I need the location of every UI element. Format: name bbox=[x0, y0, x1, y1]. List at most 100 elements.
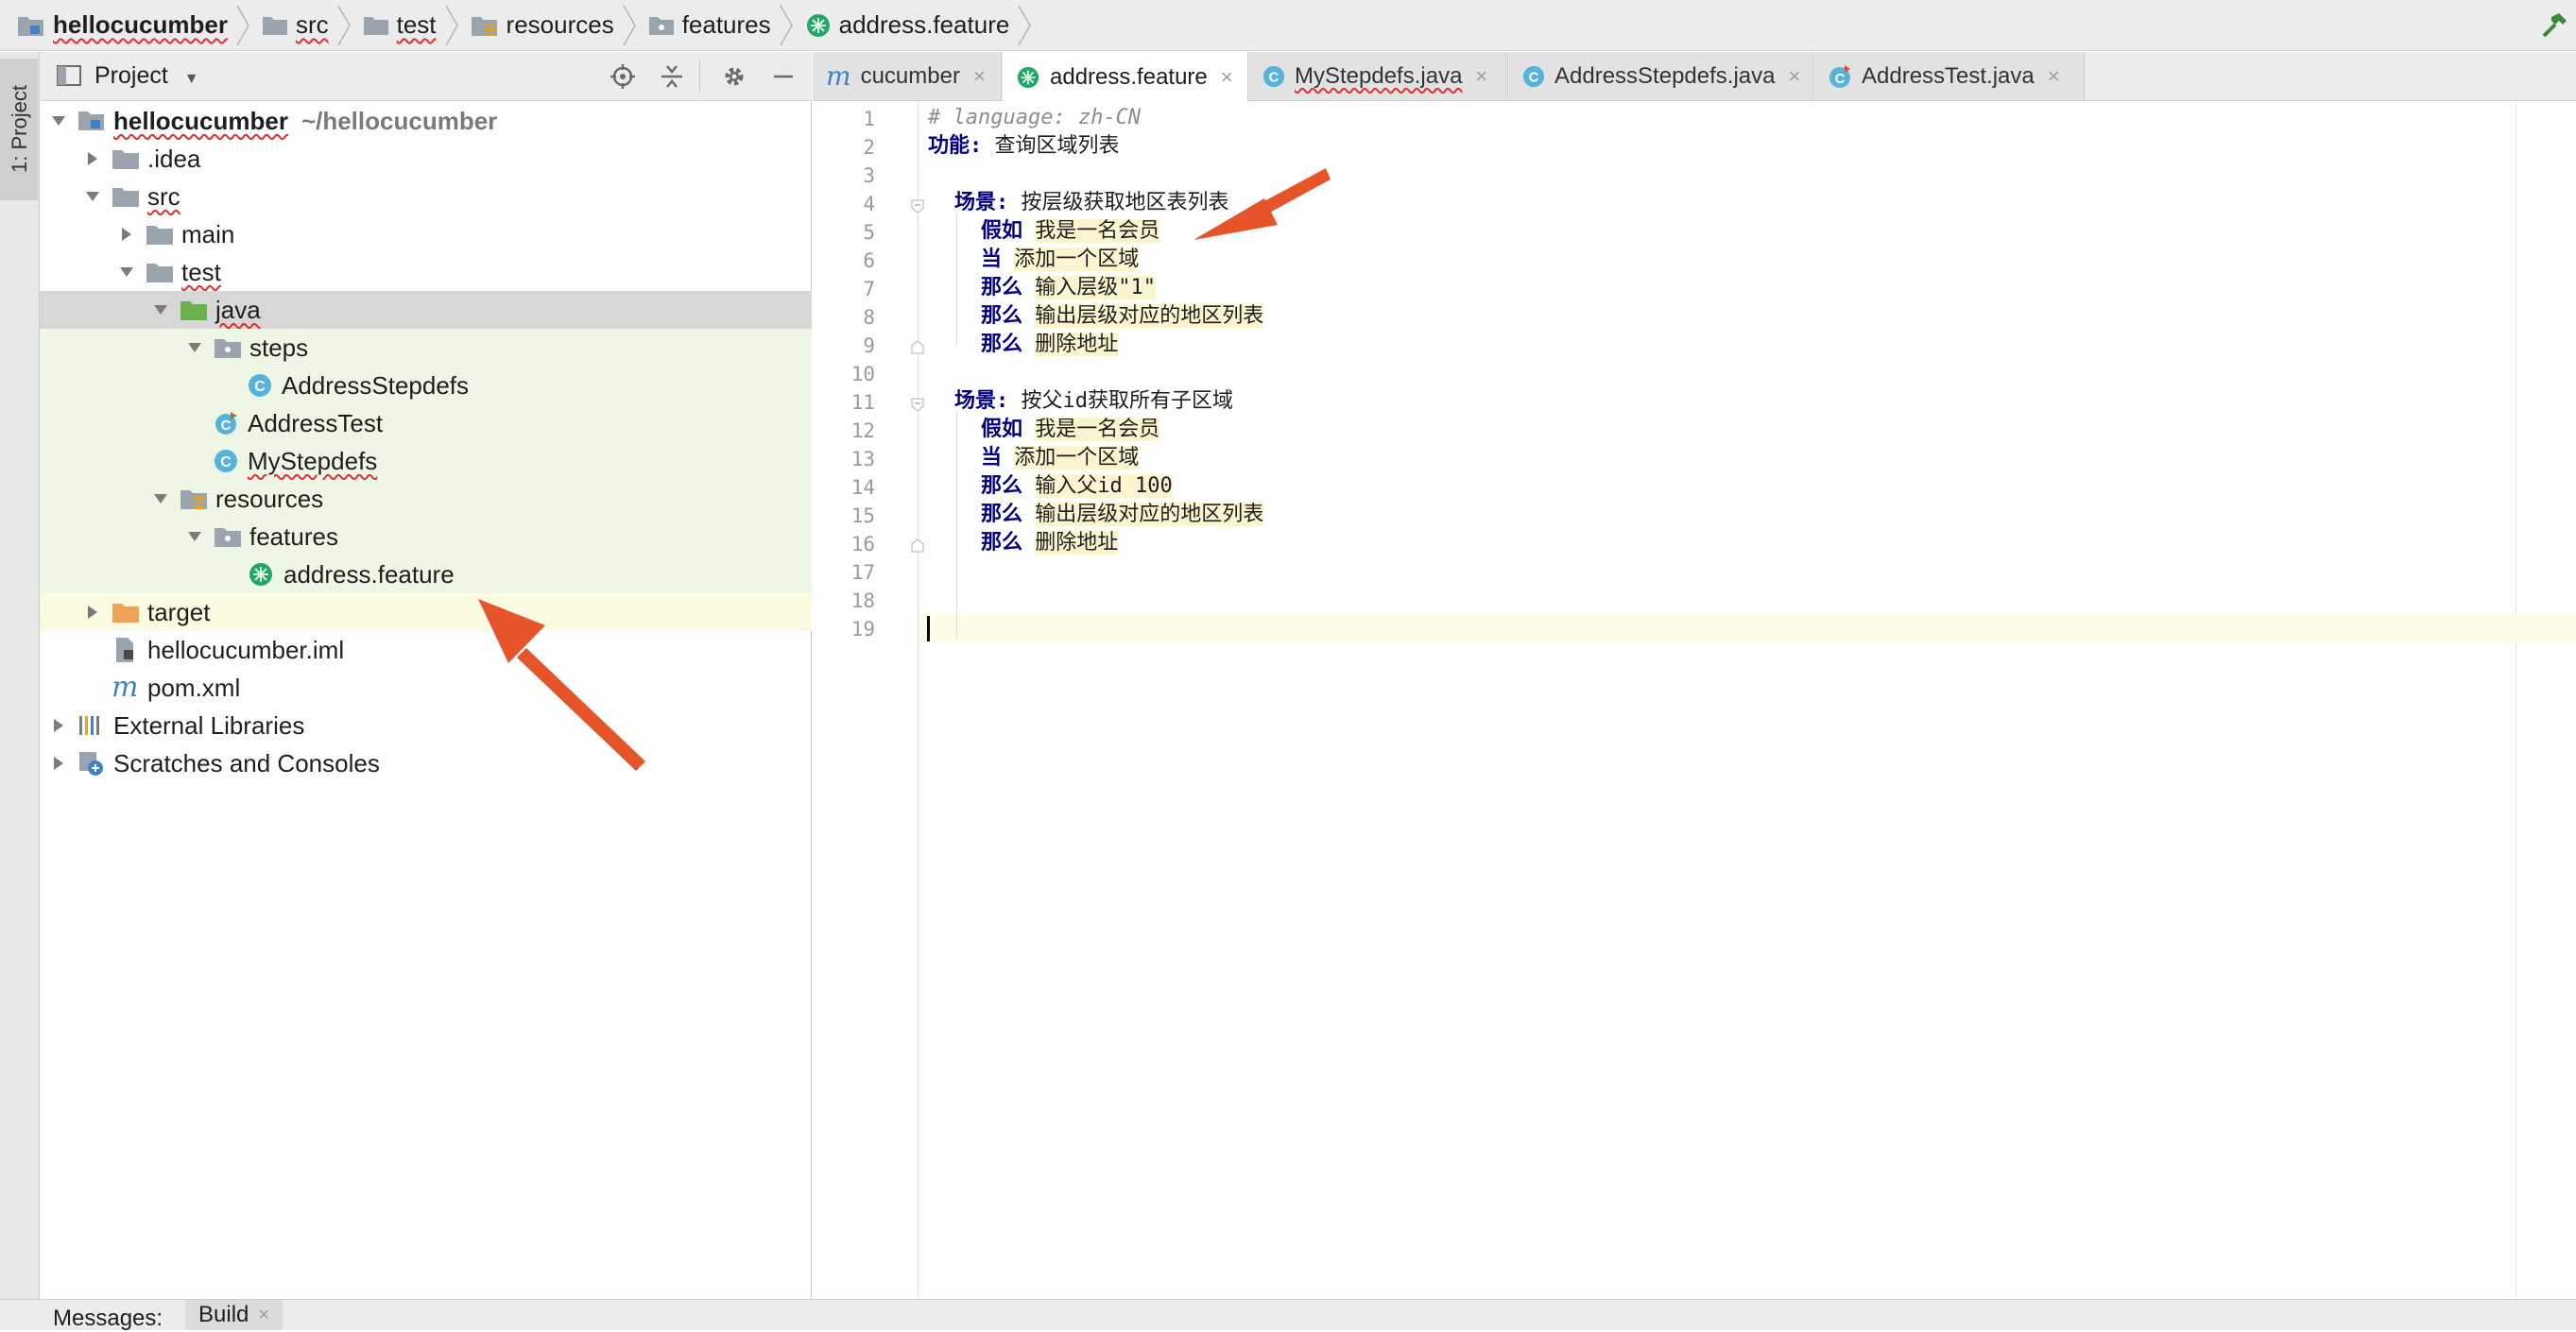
svg-text:C: C bbox=[1529, 70, 1539, 85]
svg-text:C: C bbox=[254, 379, 266, 395]
chevron-right-icon[interactable] bbox=[49, 754, 68, 773]
project-view-selector[interactable]: Project ▼ bbox=[94, 62, 199, 90]
chevron-down-icon[interactable] bbox=[185, 527, 204, 546]
code-line-8: 那么 输出层级对应的地区列表 bbox=[981, 304, 1264, 328]
project-view-icon bbox=[57, 64, 81, 87]
tab-build[interactable]: Build × bbox=[185, 1300, 283, 1330]
svg-text:C: C bbox=[1835, 71, 1846, 87]
close-icon[interactable]: × bbox=[973, 64, 986, 89]
fold-end-marker-icon[interactable] bbox=[910, 538, 925, 554]
tree-node-main[interactable]: main bbox=[40, 215, 812, 253]
libraries-icon bbox=[77, 713, 104, 738]
code-line-16: 那么 删除地址 bbox=[981, 531, 1119, 555]
code-line-7: 那么 输入层级"1" bbox=[981, 276, 1157, 299]
tree-node-pom[interactable]: m pom.xml bbox=[40, 669, 812, 707]
line-number: 6 bbox=[863, 249, 875, 272]
bottom-tool-bar bbox=[0, 1299, 2576, 1330]
close-icon[interactable]: × bbox=[2048, 64, 2060, 89]
breadcrumb-features[interactable]: features bbox=[648, 0, 771, 51]
tree-node-iml[interactable]: hellocucumber.iml bbox=[40, 631, 812, 669]
module-folder-icon bbox=[17, 13, 45, 38]
tree-node-external-libraries[interactable]: External Libraries bbox=[40, 707, 812, 744]
fold-marker-icon[interactable] bbox=[910, 198, 925, 213]
test-class-icon: C bbox=[214, 411, 238, 435]
fold-marker-icon[interactable] bbox=[910, 397, 925, 412]
chevron-right-icon[interactable] bbox=[83, 603, 102, 622]
line-number: 8 bbox=[863, 306, 875, 329]
code-line-4: 场景: 按层级获取地区表列表 bbox=[954, 191, 1229, 214]
chevron-down-icon[interactable] bbox=[151, 300, 170, 319]
tree-node-target[interactable]: target bbox=[40, 593, 812, 631]
line-number: 17 bbox=[850, 561, 875, 584]
chevron-down-icon[interactable] bbox=[83, 187, 102, 206]
code-editor[interactable] bbox=[919, 102, 2516, 1297]
tree-node-idea[interactable]: .idea bbox=[40, 140, 812, 178]
line-number: 4 bbox=[863, 193, 875, 215]
cucumber-icon bbox=[805, 12, 832, 39]
tree-node-test[interactable]: test bbox=[40, 253, 812, 291]
indent-guide bbox=[956, 213, 957, 346]
chevron-down-icon[interactable] bbox=[117, 263, 136, 282]
class-icon: C bbox=[248, 373, 272, 398]
package-folder-icon bbox=[648, 14, 675, 37]
tab-address-feature[interactable]: address.feature × bbox=[1003, 52, 1248, 102]
maven-icon: m bbox=[112, 671, 139, 704]
tree-node-address-feature[interactable]: address.feature bbox=[40, 555, 812, 593]
folder-icon bbox=[112, 185, 140, 208]
close-icon[interactable]: × bbox=[258, 1305, 269, 1326]
hammer-icon[interactable] bbox=[2540, 11, 2568, 40]
breadcrumb-hellocucumber[interactable]: hellocucumber bbox=[17, 0, 228, 51]
folder-icon bbox=[112, 147, 140, 170]
tree-node-mystepdefs[interactable]: C MyStepdefs bbox=[40, 442, 812, 480]
close-icon[interactable]: × bbox=[1475, 64, 1487, 89]
tab-cucumber[interactable]: m cucumber × bbox=[813, 52, 1002, 100]
breadcrumb-src[interactable]: src bbox=[262, 0, 329, 51]
indent-guide bbox=[956, 412, 957, 639]
line-number: 16 bbox=[850, 533, 875, 555]
iml-file-icon bbox=[113, 637, 138, 663]
close-icon[interactable]: × bbox=[1788, 64, 1800, 89]
breadcrumb-resources[interactable]: resources bbox=[471, 0, 614, 51]
locate-icon[interactable] bbox=[609, 62, 637, 91]
scratches-icon bbox=[77, 750, 104, 777]
tree-node-src[interactable]: src bbox=[40, 178, 812, 215]
collapse-all-icon[interactable] bbox=[658, 62, 686, 91]
tree-node-java[interactable]: java bbox=[40, 291, 812, 329]
tree-node-steps[interactable]: steps bbox=[40, 329, 812, 367]
class-icon: C bbox=[1262, 65, 1285, 88]
chevron-down-icon[interactable] bbox=[151, 489, 170, 508]
gear-icon[interactable] bbox=[720, 62, 748, 91]
breadcrumb-separator bbox=[444, 5, 458, 45]
chevron-right-icon[interactable] bbox=[117, 225, 136, 244]
tree-node-resources[interactable]: resources bbox=[40, 480, 812, 518]
tab-addresstest[interactable]: C AddressTest.java × bbox=[1814, 52, 2085, 100]
class-icon: C bbox=[1522, 65, 1545, 88]
close-icon[interactable]: × bbox=[1221, 65, 1233, 90]
code-line-15: 那么 输出层级对应的地区列表 bbox=[981, 503, 1264, 526]
svg-text:C: C bbox=[1269, 70, 1279, 85]
breadcrumb-address-feature[interactable]: address.feature bbox=[805, 0, 1009, 51]
package-folder-icon bbox=[214, 336, 242, 359]
tab-addressstepdefs[interactable]: C AddressStepdefs.java × bbox=[1509, 52, 1813, 100]
line-number: 19 bbox=[850, 618, 875, 640]
chevron-right-icon[interactable] bbox=[49, 716, 68, 735]
cucumber-icon bbox=[248, 561, 274, 588]
breadcrumb-test[interactable]: test bbox=[363, 0, 437, 51]
tree-node-hellocucumber[interactable]: hellocucumber ~/hellocucumber bbox=[40, 102, 812, 140]
tree-node-addressstepdefs[interactable]: C AddressStepdefs bbox=[40, 367, 812, 404]
chevron-down-icon[interactable] bbox=[185, 338, 204, 357]
project-stripe-label: 1: Project bbox=[8, 85, 31, 174]
line-number: 2 bbox=[863, 136, 875, 159]
tree-node-scratches[interactable]: Scratches and Consoles bbox=[40, 744, 812, 782]
fold-end-marker-icon[interactable] bbox=[910, 340, 925, 355]
tree-node-features[interactable]: features bbox=[40, 518, 812, 555]
hide-panel-icon[interactable] bbox=[769, 62, 798, 91]
chevron-right-icon[interactable] bbox=[83, 149, 102, 168]
chevron-down-icon[interactable] bbox=[49, 111, 68, 130]
code-line-1: # language: zh-CN bbox=[928, 106, 1142, 129]
tree-node-addresstest[interactable]: C AddressTest bbox=[40, 404, 812, 442]
tab-mystepdefs[interactable]: C MyStepdefs.java × bbox=[1249, 52, 1508, 100]
code-line-11: 场景: 按父id获取所有子区域 bbox=[954, 389, 1233, 413]
line-number: 11 bbox=[850, 391, 875, 414]
breadcrumb-separator bbox=[623, 5, 636, 45]
